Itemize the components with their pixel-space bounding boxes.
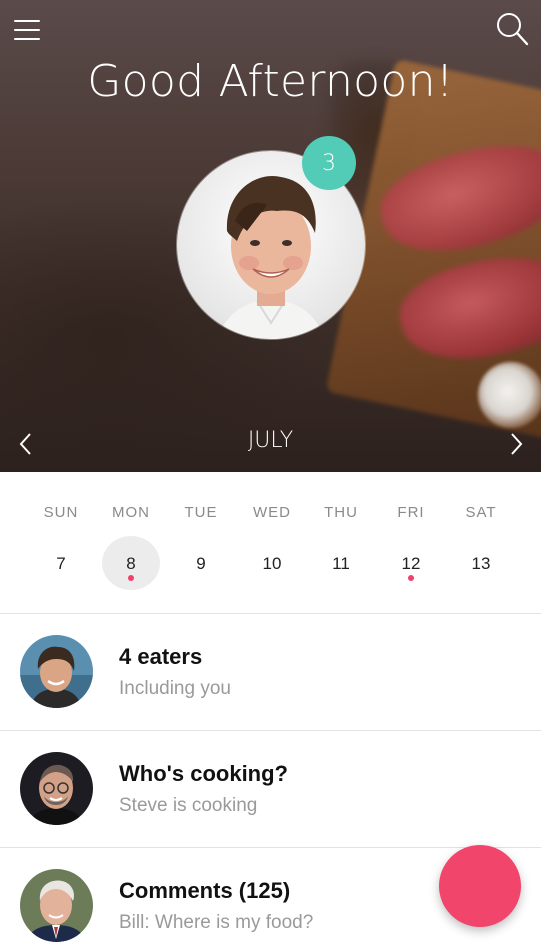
avatar — [20, 635, 93, 708]
weekday-label: FRI — [397, 504, 425, 521]
calendar-date[interactable]: 10 — [243, 536, 301, 590]
calendar-date[interactable]: 7 — [32, 536, 90, 590]
calendar-date[interactable]: 11 — [312, 536, 370, 590]
date-number: 9 — [196, 554, 206, 573]
date-number: 11 — [332, 554, 350, 573]
floating-action-button[interactable] — [439, 845, 521, 927]
date-number: 10 — [262, 554, 282, 573]
list-item-title: 4 eaters — [119, 644, 203, 669]
list-item-subtitle: Including you — [119, 678, 231, 699]
date-number: 13 — [471, 554, 491, 573]
hamburger-menu-icon[interactable] — [14, 16, 44, 42]
weekday-label: SAT — [465, 504, 497, 521]
date-number: 12 — [401, 554, 421, 573]
list-item-title: Who's cooking? — [119, 761, 288, 786]
list-item-subtitle: Bill: Where is my food? — [119, 912, 314, 933]
week-calendar: SUN 7 MON 8 TUE 9 WED 10 THU 11 FRI 12 S… — [0, 472, 541, 614]
greeting-title: Good Afternoon! — [87, 56, 454, 107]
event-dot — [408, 575, 414, 581]
date-number: 8 — [126, 554, 136, 573]
weekday-label: THU — [324, 504, 358, 521]
event-dot — [128, 575, 134, 581]
weekday-label: WED — [253, 504, 291, 521]
chevron-right-icon[interactable] — [504, 430, 528, 458]
date-number: 7 — [56, 554, 66, 573]
list-item-cook[interactable]: Who's cooking? Steve is cooking — [0, 731, 541, 848]
calendar-date-selected[interactable]: 8 — [102, 536, 160, 590]
background-salt-bowl — [478, 362, 541, 428]
weekday-label: SUN — [43, 504, 79, 521]
avatar — [20, 869, 93, 942]
search-icon[interactable] — [494, 10, 530, 48]
avatar — [20, 752, 93, 825]
weekday-label: MON — [112, 504, 150, 521]
month-label: JULY — [247, 428, 294, 453]
calendar-date[interactable]: 13 — [452, 536, 510, 590]
calendar-date[interactable]: 9 — [172, 536, 230, 590]
notification-badge: 3 — [302, 136, 356, 190]
list-item-eaters[interactable]: 4 eaters Including you — [0, 614, 541, 731]
calendar-date[interactable]: 12 — [382, 536, 440, 590]
list-item-subtitle: Steve is cooking — [119, 795, 258, 816]
hero-header: Good Afternoon! 3 JULY — [0, 0, 541, 472]
list-item-title: Comments (125) — [119, 878, 291, 903]
weekday-label: TUE — [184, 504, 218, 521]
